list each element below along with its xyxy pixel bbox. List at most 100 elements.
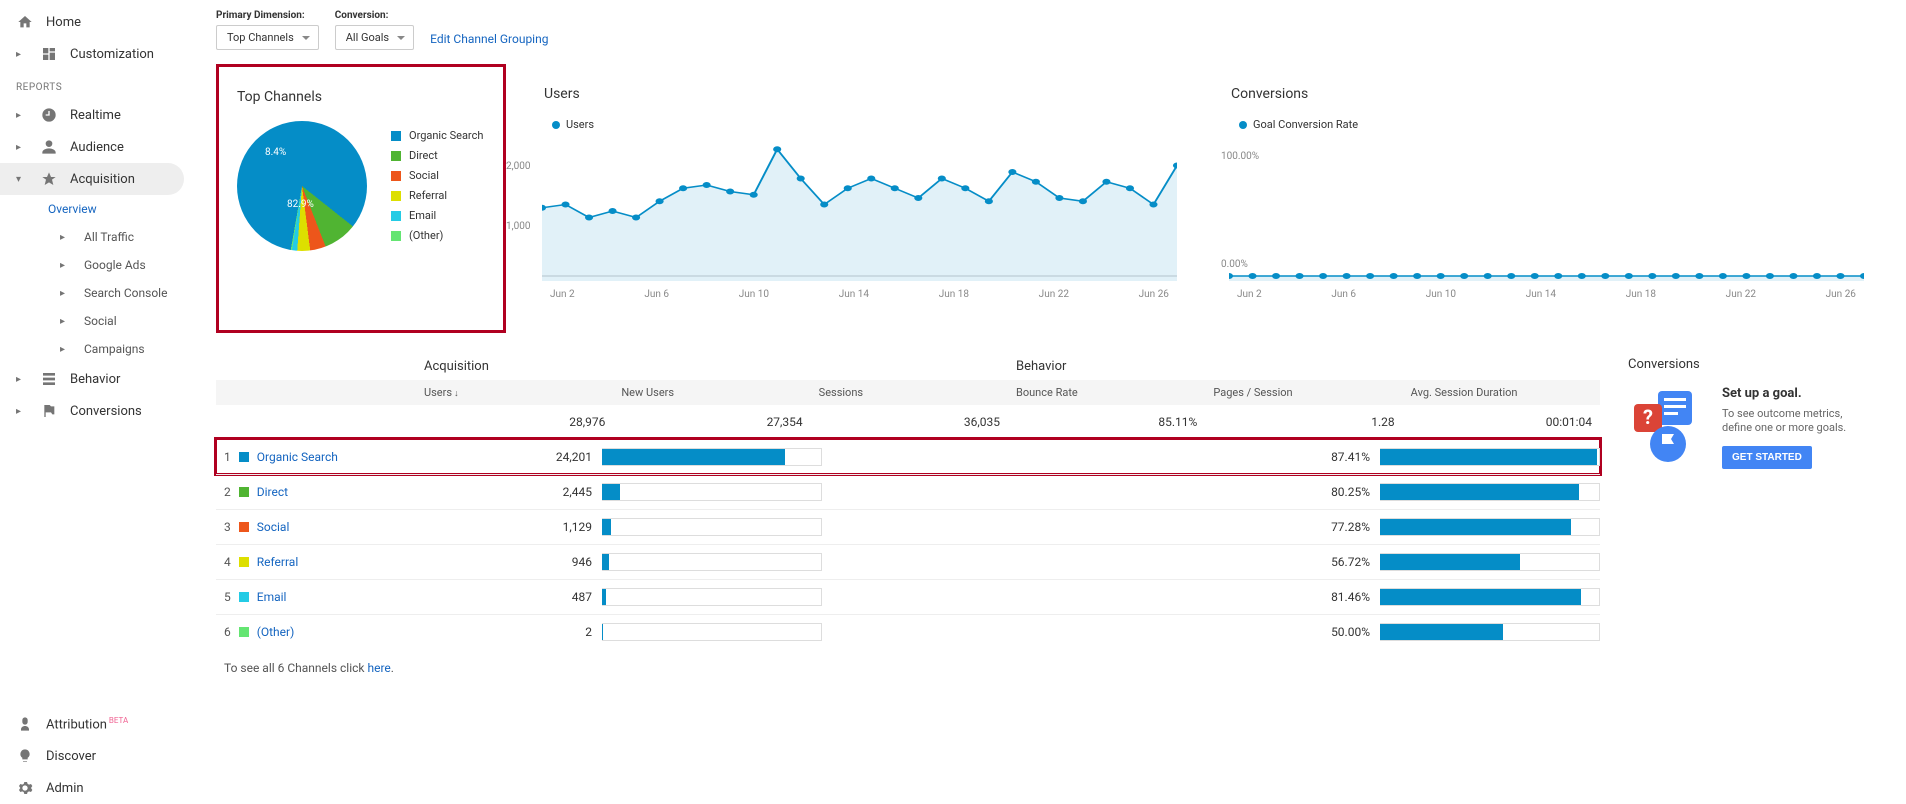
sidebar-item-audience[interactable]: ▸ Audience (0, 131, 190, 163)
legend-swatch-icon (391, 171, 401, 181)
sidebar-item-attribution[interactable]: AttributionBETA (0, 708, 190, 740)
main-content: Primary Dimension: Top Channels Conversi… (190, 0, 1906, 804)
row-swatch-icon (239, 487, 249, 497)
card-title: Top Channels (237, 89, 495, 105)
sidebar-item-realtime[interactable]: ▸ Realtime (0, 99, 190, 131)
x-tick: Jun 10 (739, 289, 769, 300)
sidebar-label: Customization (70, 47, 154, 62)
x-ticks: Jun 2Jun 6Jun 10Jun 14Jun 18Jun 22Jun 26 (542, 285, 1177, 300)
total-bounce: 85.11% (1008, 405, 1205, 439)
row-index: 2 (224, 485, 231, 499)
sidebar-item-admin[interactable]: Admin (0, 772, 190, 804)
legend-text: Organic Search (409, 126, 483, 146)
legend-item: Organic Search (391, 126, 483, 146)
flag-icon (40, 402, 58, 420)
sidebar-sub-google-ads[interactable]: ▸Google Ads (0, 251, 190, 279)
sidebar-item-conversions[interactable]: ▸ Conversions (0, 395, 190, 427)
bounce-bar (1380, 588, 1600, 606)
sidebar-label: Overview (48, 202, 97, 216)
channels-table: Acquisition Behavior Users↓ New Users Se… (216, 353, 1600, 675)
chevron-right-icon: ▸ (60, 316, 72, 327)
sidebar: Home ▸ Customization REPORTS ▸ Realtime … (0, 0, 190, 804)
legend-text: Users (566, 118, 594, 131)
beta-badge: BETA (109, 716, 128, 725)
table-row: 1Organic Search 24,201 87.41% (216, 439, 1600, 474)
sidebar-sub-all-traffic[interactable]: ▸All Traffic (0, 223, 190, 251)
sidebar-item-discover[interactable]: Discover (0, 740, 190, 772)
all-goals-dropdown[interactable]: All Goals (335, 25, 414, 50)
card-title: Users (544, 86, 1185, 102)
conversions-legend: Goal Conversion Rate (1239, 118, 1872, 131)
col-avg-session[interactable]: Avg. Session Duration (1403, 380, 1600, 405)
conversions-line-chart: 100.00% 0.00% Jun 2Jun 6Jun 10Jun 14Jun … (1221, 141, 1872, 321)
col-bounce-rate[interactable]: Bounce Rate (1008, 380, 1205, 405)
see-all-link[interactable]: here (367, 661, 390, 675)
legend-item: Referral (391, 186, 483, 206)
chevron-right-icon: ▸ (16, 374, 28, 385)
sidebar-item-customization[interactable]: ▸ Customization (0, 38, 190, 70)
table-wrap: Acquisition Behavior Users↓ New Users Se… (216, 353, 1880, 675)
sort-down-icon: ↓ (454, 389, 459, 399)
legend-item: (Other) (391, 226, 483, 246)
channel-link[interactable]: Social (257, 520, 290, 534)
top-channels-dropdown[interactable]: Top Channels (216, 25, 319, 50)
legend-swatch-icon (391, 191, 401, 201)
home-icon (16, 13, 34, 31)
lightbulb-icon (16, 747, 34, 765)
legend-swatch-icon (391, 131, 401, 141)
table-row: 4Referral 946 56.72% (216, 544, 1600, 579)
channel-link[interactable]: Referral (257, 555, 299, 569)
x-tick: Jun 14 (1526, 289, 1556, 300)
legend-item: Email (391, 206, 483, 226)
x-tick: Jun 10 (1426, 289, 1456, 300)
channel-link[interactable]: Email (257, 590, 287, 604)
channel-link[interactable]: Direct (257, 485, 288, 499)
row-index: 1 (224, 450, 231, 464)
users-line-chart: 2,000 1,000 Jun 2Jun 6Jun 10Jun 14Jun 18… (534, 141, 1185, 321)
x-tick: Jun 18 (1626, 289, 1656, 300)
bounce-bar (1380, 483, 1600, 501)
pie-label-main: 82.9% (287, 199, 314, 210)
sidebar-label: Google Ads (84, 258, 146, 272)
pie-chart: 82.9% 8.4% (237, 121, 367, 251)
svg-text:?: ? (1643, 405, 1653, 429)
sidebar-item-home[interactable]: Home (0, 6, 190, 38)
total-users: 28,976 (416, 405, 613, 439)
edit-channel-grouping-link[interactable]: Edit Channel Grouping (430, 32, 548, 46)
sidebar-sub-search-console[interactable]: ▸Search Console (0, 279, 190, 307)
col-sessions[interactable]: Sessions (811, 380, 1008, 405)
legend-text: (Other) (409, 226, 443, 246)
panel-title: Conversions (1628, 357, 1872, 372)
col-new-users[interactable]: New Users (613, 380, 810, 405)
legend-dot-icon (1239, 121, 1247, 129)
col-group-acquisition: Acquisition (416, 353, 1008, 380)
channel-link[interactable]: (Other) (257, 625, 295, 639)
sidebar-item-acquisition[interactable]: ▾ Acquisition (0, 163, 184, 195)
sidebar-label: Audience (70, 140, 124, 155)
sidebar-item-behavior[interactable]: ▸ Behavior (0, 363, 190, 395)
row-bounce: 50.00% (1194, 625, 1380, 639)
col-group-behavior: Behavior (1008, 353, 1600, 380)
x-tick: Jun 26 (1826, 289, 1856, 300)
users-card: Users Users 2,000 1,000 Jun 2Jun 6Jun 10… (526, 64, 1193, 333)
charts-row: Top Channels 82.9% 8.4% Organic SearchDi… (216, 64, 1880, 333)
row-swatch-icon (239, 452, 249, 462)
row-users: 487 (416, 590, 602, 604)
sidebar-sub-overview[interactable]: Overview (0, 195, 190, 223)
chevron-right-icon: ▸ (16, 110, 28, 121)
get-started-button[interactable]: GET STARTED (1722, 446, 1812, 469)
sidebar-label: Search Console (84, 286, 167, 300)
row-users: 946 (416, 555, 602, 569)
row-users: 24,201 (416, 450, 602, 464)
users-bar (602, 483, 822, 501)
row-index: 5 (224, 590, 231, 604)
channel-link[interactable]: Organic Search (257, 450, 338, 464)
col-users[interactable]: Users↓ (416, 380, 613, 405)
row-index: 4 (224, 555, 231, 569)
sidebar-label: Conversions (70, 404, 142, 419)
sidebar-sub-campaigns[interactable]: ▸Campaigns (0, 335, 190, 363)
setup-goal-desc: To see outcome metrics, define one or mo… (1722, 407, 1872, 436)
top-channels-card: Top Channels 82.9% 8.4% Organic SearchDi… (216, 64, 506, 333)
sidebar-sub-social[interactable]: ▸Social (0, 307, 190, 335)
col-pages-session[interactable]: Pages / Session (1205, 380, 1402, 405)
